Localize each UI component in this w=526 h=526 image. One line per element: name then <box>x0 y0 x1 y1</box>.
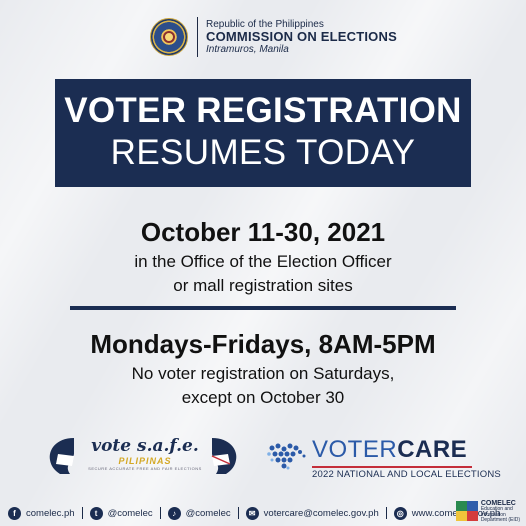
dates-venue-line2: or mall registration sites <box>173 276 353 295</box>
footer-separator <box>385 507 387 519</box>
globe-icon: ◎ <box>393 506 407 520</box>
footer-separator <box>237 507 239 519</box>
footer-separator <box>159 507 161 519</box>
footer-twitter[interactable]: t @comelec <box>89 506 153 520</box>
footer-facebook-text: comelec.ph <box>26 507 75 519</box>
eid-emblem-icon <box>455 501 478 522</box>
dates-title: October 11-30, 2021 <box>140 217 386 247</box>
comelec-eid-logo: COMELEC Education and Information Depart… <box>455 500 520 523</box>
social-footer: f comelec.ph t @comelec ♪ @comelec ✉ vot… <box>0 500 526 526</box>
vote-safe-title: vote s.a.f.e. <box>91 436 199 456</box>
headline-line1: VOTER REGISTRATION <box>64 91 462 130</box>
footer-tiktok[interactable]: ♪ @comelec <box>167 506 231 520</box>
tiktok-icon: ♪ <box>167 506 181 520</box>
footer-separator <box>81 507 83 519</box>
footer-email[interactable]: ✉ votercare@comelec.gov.ph <box>245 506 379 520</box>
votercare-heart-icon <box>267 443 306 470</box>
dates-venue-line1: in the Office of the Election Officer <box>134 252 392 271</box>
votercare-title-voter: VOTER <box>312 436 398 463</box>
campaign-logos: vote s.a.f.e. PILIPINAS SECURE ACCURATE … <box>0 432 526 480</box>
masked-face-right-icon <box>211 438 237 474</box>
section-divider <box>70 306 456 310</box>
hours-note-line1: No voter registration on Saturdays, <box>131 364 395 383</box>
vote-safe-logo: vote s.a.f.e. PILIPINAS SECURE ACCURATE … <box>44 432 244 480</box>
vote-safe-tagline: SECURE ACCURATE FREE AND FAIR ELECTIONS <box>88 466 202 471</box>
twitter-icon: t <box>89 506 103 520</box>
masked-face-left-icon <box>49 438 74 474</box>
comelec-header: Republic of the Philippines COMMISSION O… <box>150 16 397 58</box>
hours-title: Mondays-Fridays, 8AM-5PM <box>90 329 436 359</box>
vote-safe-pilipinas: PILIPINAS <box>118 456 172 466</box>
registration-hours: Mondays-Fridays, 8AM-5PM No voter regist… <box>0 329 526 408</box>
footer-facebook[interactable]: f comelec.ph <box>8 506 75 520</box>
footer-twitter-text: @comelec <box>107 507 153 519</box>
votercare-subtitle: 2022 NATIONAL AND LOCAL ELECTIONS <box>312 469 501 480</box>
footer-tiktok-text: @comelec <box>185 507 231 519</box>
email-icon: ✉ <box>245 506 259 520</box>
headline-banner: VOTER REGISTRATION RESUMES TODAY <box>55 79 471 187</box>
footer-email-text: votercare@comelec.gov.ph <box>263 507 379 519</box>
votercare-rule <box>312 466 472 468</box>
header-divider <box>197 17 198 57</box>
headline-line2: RESUMES TODAY <box>110 133 416 172</box>
header-text: Republic of the Philippines COMMISSION O… <box>206 19 397 55</box>
facebook-icon: f <box>8 506 21 520</box>
votercare-title-care: CARE <box>397 436 468 463</box>
registration-dates: October 11-30, 2021 in the Office of the… <box>0 217 526 296</box>
eid-line3: Department (EID) <box>480 516 520 523</box>
hours-note-line2: except on October 30 <box>181 388 345 407</box>
comelec-seal-icon <box>150 18 188 56</box>
commission-label: COMMISSION ON ELECTIONS <box>206 28 397 44</box>
votercare-title: VOTERCARE <box>312 436 467 464</box>
votercare-logo: VOTERCARE 2022 NATIONAL AND LOCAL ELECTI… <box>264 436 501 480</box>
location-label: Intramuros, Manila <box>206 44 289 56</box>
